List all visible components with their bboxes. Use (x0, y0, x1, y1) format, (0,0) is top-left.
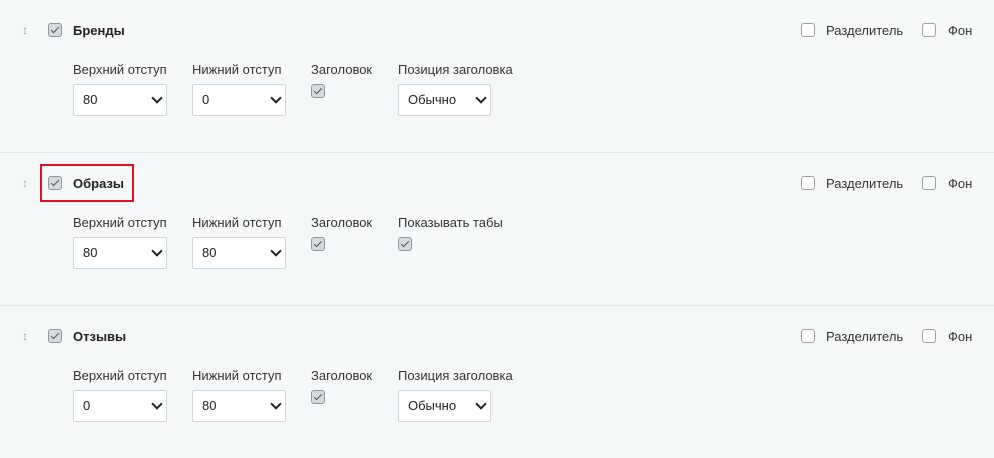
heading-label: Заголовок (311, 368, 373, 383)
top-margin-select[interactable]: 80 (73, 237, 167, 269)
heading-checkbox[interactable] (311, 84, 325, 98)
bottom-margin-value: 80 (202, 398, 217, 413)
separator-checkbox[interactable] (801, 176, 815, 190)
heading-checkbox[interactable] (311, 237, 325, 251)
heading-position-select[interactable]: Обычно (398, 84, 491, 116)
chevron-down-icon (270, 245, 282, 257)
drag-handle-icon[interactable]: ↕ (19, 328, 31, 344)
block-title: Бренды (73, 23, 125, 38)
block-title: Отзывы (73, 329, 127, 344)
show-tabs-checkbox[interactable] (398, 237, 412, 251)
drag-handle-icon[interactable]: ↕ (19, 22, 31, 38)
block-brands: ↕ Бренды Разделитель Фон Верхний отступ … (0, 0, 994, 152)
highlight-box (40, 164, 134, 202)
background-label: Фон (948, 329, 973, 344)
chevron-down-icon (270, 398, 282, 410)
background-label: Фон (948, 23, 973, 38)
bottom-margin-select[interactable]: 80 (192, 390, 286, 422)
background-checkbox[interactable] (922, 23, 936, 37)
bottom-margin-value: 0 (202, 92, 210, 107)
heading-position-select[interactable]: Обычно (398, 390, 491, 422)
top-margin-value: 80 (83, 92, 98, 107)
background-checkbox[interactable] (922, 329, 936, 343)
block-images: ↕ Образы Разделитель Фон Верхний отступ … (0, 153, 994, 305)
block-enabled-checkbox[interactable] (48, 23, 62, 37)
separator-checkbox[interactable] (801, 23, 815, 37)
show-tabs-label: Показывать табы (398, 215, 503, 230)
bottom-margin-select[interactable]: 80 (192, 237, 286, 269)
chevron-down-icon (270, 92, 282, 104)
heading-label: Заголовок (311, 62, 373, 77)
heading-checkbox[interactable] (311, 390, 325, 404)
separator-label: Разделитель (826, 329, 904, 344)
heading-position-value: Обычно (408, 398, 457, 413)
heading-position-label: Позиция заголовка (398, 62, 513, 77)
chevron-down-icon (151, 398, 163, 410)
bottom-margin-label: Нижний отступ (192, 368, 282, 383)
top-margin-select[interactable]: 80 (73, 84, 167, 116)
background-checkbox[interactable] (922, 176, 936, 190)
separator-label: Разделитель (826, 23, 904, 38)
top-margin-select[interactable]: 0 (73, 390, 167, 422)
top-margin-label: Верхний отступ (73, 215, 167, 230)
background-label: Фон (948, 176, 973, 191)
top-margin-value: 0 (83, 398, 91, 413)
block-enabled-checkbox[interactable] (48, 329, 62, 343)
top-margin-value: 80 (83, 245, 98, 260)
bottom-margin-label: Нижний отступ (192, 215, 282, 230)
block-reviews: ↕ Отзывы Разделитель Фон Верхний отступ … (0, 306, 994, 458)
drag-handle-icon[interactable]: ↕ (19, 175, 31, 191)
bottom-margin-label: Нижний отступ (192, 62, 282, 77)
chevron-down-icon (475, 92, 487, 104)
separator-label: Разделитель (826, 176, 904, 191)
heading-position-value: Обычно (408, 92, 457, 107)
separator-checkbox[interactable] (801, 329, 815, 343)
chevron-down-icon (475, 398, 487, 410)
heading-position-label: Позиция заголовка (398, 368, 513, 383)
top-margin-label: Верхний отступ (73, 62, 167, 77)
top-margin-label: Верхний отступ (73, 368, 167, 383)
chevron-down-icon (151, 92, 163, 104)
chevron-down-icon (151, 245, 163, 257)
bottom-margin-select[interactable]: 0 (192, 84, 286, 116)
heading-label: Заголовок (311, 215, 373, 230)
bottom-margin-value: 80 (202, 245, 217, 260)
